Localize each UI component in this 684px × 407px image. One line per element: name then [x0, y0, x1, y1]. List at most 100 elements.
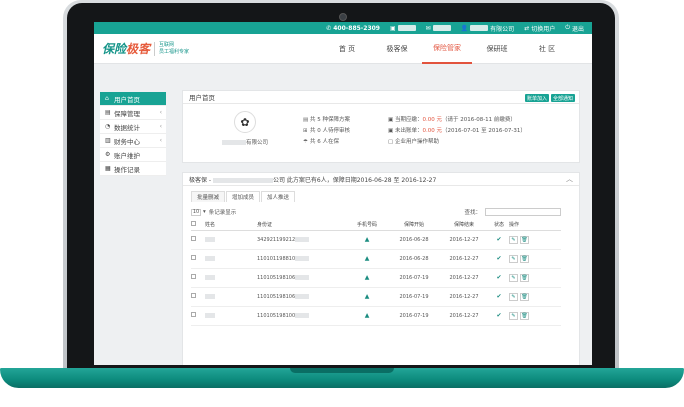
trash-icon[interactable]: 🗑 [520, 292, 529, 301]
help-link[interactable]: ▢ 企业用户操作帮助 [388, 137, 526, 148]
panel-header: 极客保 - 公司 此方案已有6人，保障日期2016-06-28 至 2016-1… [183, 173, 579, 186]
select-all-checkbox[interactable] [191, 220, 196, 226]
chevron-left-icon: ‹ [159, 137, 162, 144]
umbrella-icon: ☂ [303, 139, 308, 145]
id-cell: 110105198100 [257, 306, 345, 326]
bill-summary: ▣ 当期应缴：0.00 元（请于 2016-08-11 前缴费） ▣ 未出账单：… [388, 115, 526, 148]
stat-pending: ⊞ 共 0 人待停审核 [303, 126, 350, 137]
switch-icon: ⇄ [524, 24, 530, 32]
panel-title: 用户首页 [189, 94, 215, 102]
panel-header: 用户首页 账单加入 全部通知 [183, 91, 579, 104]
sidebar-item-statistics[interactable]: ◔ 数据统计 ‹ [100, 120, 166, 134]
user-icon: 👤 [460, 24, 469, 32]
col-end: 保障结束 [439, 219, 489, 231]
trash-icon[interactable]: 🗑 [520, 235, 529, 244]
table-row: 110105198106 ▲ 2016-07-19 2016-12-27 ✔ ✎ 🗑 [191, 268, 561, 288]
panel-title: 极客保 - 公司 此方案已有6人，保障日期2016-06-28 至 2016-1… [189, 176, 437, 184]
chevron-left-icon: ‹ [159, 123, 162, 130]
notification-link[interactable]: ▣ [390, 25, 416, 32]
all-notices-button[interactable]: 全部通知 [550, 94, 575, 102]
switch-user-link[interactable]: ⇄ 切换用户 [524, 24, 555, 33]
sidebar-item-label: 账户维护 [114, 151, 140, 160]
edit-icon[interactable]: ✎ [509, 292, 518, 301]
start-cell: 2016-06-28 [389, 230, 439, 250]
logo[interactable]: 保险极客 互联网 员工福利专家 [102, 40, 272, 57]
sidebar: ⌂ 用户首页 ▤ 保障管理 ‹ ◔ 数据统计 ‹ ▥ 财务中心 ‹ ⚙ 账户维护 ▦ 操作记录 [100, 92, 166, 176]
join-bill-button[interactable]: 账单加入 [524, 94, 549, 102]
company-avatar: ✿ [234, 111, 256, 133]
check-icon: ✔ [496, 274, 502, 281]
trash-icon[interactable]: 🗑 [520, 311, 529, 320]
bill-icon: ▣ [388, 128, 394, 134]
user-home-panel: 用户首页 账单加入 全部通知 ✿ 有限公司 ▤ 共 5 种保障方案 ⊞ 共 0 人待… [182, 90, 580, 163]
page-size-select[interactable]: 10 [191, 208, 201, 216]
row-checkbox[interactable] [191, 236, 196, 241]
warning-icon: ▲ [364, 255, 370, 262]
warning-icon: ▲ [364, 312, 370, 319]
sidebar-item-label: 财务中心 [114, 137, 140, 146]
id-cell: 342921199212 [257, 230, 345, 250]
sidebar-item-user-home[interactable]: ⌂ 用户首页 [100, 92, 166, 106]
end-cell: 2016-12-27 [439, 268, 489, 288]
table-row: 110105198106 ▲ 2016-07-19 2016-12-27 ✔ ✎ 🗑 [191, 287, 561, 307]
col-actions: 操作 [509, 219, 561, 231]
row-checkbox[interactable] [191, 255, 196, 260]
chevron-down-icon: ▾ [203, 209, 206, 215]
plus-icon: ⊞ [303, 128, 308, 134]
trash-icon[interactable]: 🗑 [520, 254, 529, 263]
tab-batch-delete[interactable]: 批量删减 [191, 191, 226, 202]
start-cell: 2016-07-19 [389, 306, 439, 326]
col-start: 保障开始 [389, 219, 439, 231]
nav-menu: 首 页 极客保 保险管家 保研班 社 区 [322, 34, 572, 64]
company-name: 有限公司 [215, 138, 275, 146]
tab-add-member[interactable]: 增加成员 [226, 191, 261, 202]
shield-icon: ▤ [105, 109, 111, 116]
col-name: 姓名 [205, 219, 257, 231]
page-size-label: 条记录显示 [208, 210, 237, 216]
end-cell: 2016-12-27 [439, 230, 489, 250]
trash-icon[interactable]: 🗑 [520, 273, 529, 282]
nav-home[interactable]: 首 页 [322, 34, 372, 64]
chevron-up-icon[interactable]: ︿ [566, 174, 573, 184]
sidebar-item-logs[interactable]: ▦ 操作记录 [100, 162, 166, 176]
sidebar-item-account[interactable]: ⚙ 账户维护 [100, 148, 166, 162]
user-link[interactable]: 👤 有限公司 [461, 24, 515, 33]
row-checkbox[interactable] [191, 274, 196, 279]
nav-community[interactable]: 社 区 [522, 34, 572, 64]
check-icon: ✔ [496, 312, 502, 319]
message-link[interactable]: ✉ [426, 25, 451, 32]
end-cell: 2016-12-27 [439, 306, 489, 326]
nav-research[interactable]: 保研班 [472, 34, 522, 64]
sidebar-item-finance[interactable]: ▥ 财务中心 ‹ [100, 134, 166, 148]
sidebar-item-coverage[interactable]: ▤ 保障管理 ‹ [100, 106, 166, 120]
chevron-left-icon: ‹ [159, 109, 162, 116]
edit-icon[interactable]: ✎ [509, 235, 518, 244]
edit-icon[interactable]: ✎ [509, 273, 518, 282]
action-tabs: 批量删减 增加成员 加人推送 [191, 191, 579, 202]
tab-push[interactable]: 加人推送 [261, 191, 296, 202]
row-checkbox[interactable] [191, 293, 196, 298]
mail-icon: ✉ [425, 24, 431, 32]
row-checkbox[interactable] [191, 312, 196, 317]
main-nav: 保险极客 互联网 员工福利专家 首 页 极客保 保险管家 保研班 社 区 [94, 34, 592, 64]
id-cell: 110105198106 [257, 268, 345, 288]
company-card: ✿ 有限公司 [215, 111, 275, 146]
search-input[interactable] [485, 208, 561, 216]
id-cell: 110105198106 [257, 287, 345, 307]
nav-jikebao[interactable]: 极客保 [372, 34, 422, 64]
check-icon: ✔ [496, 293, 502, 300]
edit-icon[interactable]: ✎ [509, 254, 518, 263]
chart-icon: ◔ [105, 123, 111, 130]
edit-icon[interactable]: ✎ [509, 311, 518, 320]
logout-link[interactable]: ⏻ 退出 [565, 24, 584, 33]
sidebar-item-label: 操作记录 [114, 165, 140, 174]
warning-icon: ▲ [364, 293, 370, 300]
start-cell: 2016-06-28 [389, 249, 439, 269]
search-label: 查找： [464, 210, 481, 216]
camera-icon [339, 13, 347, 21]
end-cell: 2016-12-27 [439, 249, 489, 269]
table-row: 110105198100 ▲ 2016-07-19 2016-12-27 ✔ ✎ 🗑 [191, 306, 561, 326]
logo-subtitle: 互联网 员工福利专家 [154, 41, 189, 56]
table-row: 342921199212 ▲ 2016-06-28 2016-12-27 ✔ ✎ 🗑 [191, 230, 561, 250]
nav-insurance-manager[interactable]: 保险管家 [422, 34, 472, 64]
